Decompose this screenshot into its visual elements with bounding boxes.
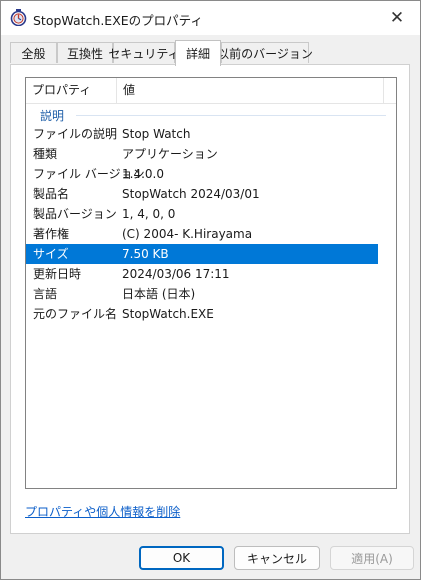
list-item[interactable]: 製品バージョン 1, 4, 0, 0 — [26, 204, 378, 224]
list-item[interactable]: 製品名 StopWatch 2024/03/01 — [26, 184, 378, 204]
list-item[interactable]: ファイル バージョン 1.4.0.0 — [26, 164, 378, 184]
property-name: ファイルの説明 — [33, 127, 118, 141]
properties-dialog: StopWatch.EXEのプロパティ ✕ 全般 互換性 セキュリティ 詳細 以… — [0, 0, 421, 580]
tab-strip: 全般 互換性 セキュリティ 詳細 以前のバージョン — [10, 40, 410, 66]
tab-details[interactable]: 詳細 — [175, 40, 221, 66]
list-header: プロパティ 値 — [26, 78, 396, 104]
tab-label: 詳細 — [185, 47, 210, 61]
tab-general[interactable]: 全般 — [10, 42, 57, 63]
tab-label: セキュリティ — [108, 46, 180, 61]
list-item[interactable]: 元のファイル名 StopWatch.EXE — [26, 304, 378, 324]
property-value: (C) 2004- K.Hirayama — [122, 227, 253, 241]
group-label: 説明 — [40, 109, 65, 123]
details-panel: プロパティ 値 説明 ファイルの説明 Stop Watch 種類 アプリケーショ… — [10, 64, 410, 534]
property-value: Stop Watch — [122, 127, 191, 141]
property-value: 2024/03/06 17:11 — [122, 267, 230, 281]
tab-label: 互換性 — [66, 46, 103, 61]
window-title: StopWatch.EXEのプロパティ — [33, 13, 203, 28]
apply-button[interactable]: 適用(A) — [330, 546, 414, 570]
list-item-selected[interactable]: サイズ 7.50 KB — [26, 244, 378, 264]
close-icon: ✕ — [389, 8, 405, 28]
property-name: サイズ — [33, 247, 69, 261]
property-value: 日本語 (日本) — [122, 287, 196, 301]
property-value: StopWatch 2024/03/01 — [122, 187, 260, 201]
property-value: 1, 4, 0, 0 — [122, 207, 176, 221]
title-bar[interactable]: StopWatch.EXEのプロパティ ✕ — [1, 1, 420, 35]
property-value: 7.50 KB — [122, 247, 169, 261]
remove-properties-link[interactable]: プロパティや個人情報を削除 — [25, 503, 180, 520]
property-name: 更新日時 — [33, 267, 82, 281]
group-header-description: 説明 — [26, 104, 396, 124]
cancel-button[interactable]: キャンセル — [234, 546, 320, 570]
tab-label: 全般 — [21, 46, 46, 61]
list-item[interactable]: 更新日時 2024/03/06 17:11 — [26, 264, 378, 284]
property-name: 種類 — [33, 147, 58, 161]
property-name: 製品バージョン — [33, 207, 117, 221]
property-value: StopWatch.EXE — [122, 307, 214, 321]
list-item[interactable]: 種類 アプリケーション — [26, 144, 378, 164]
property-value: 1.4.0.0 — [122, 167, 164, 181]
property-name: 元のファイル名 — [33, 307, 118, 321]
ok-button[interactable]: OK — [139, 546, 224, 570]
tab-previous-versions[interactable]: 以前のバージョン — [217, 42, 313, 63]
details-listview[interactable]: プロパティ 値 説明 ファイルの説明 Stop Watch 種類 アプリケーショ… — [25, 77, 397, 489]
property-value: アプリケーション — [122, 147, 218, 161]
stopwatch-app-icon — [10, 9, 27, 26]
list-item[interactable]: 言語 日本語 (日本) — [26, 284, 378, 304]
column-header-property[interactable]: プロパティ — [26, 78, 117, 103]
tab-security[interactable]: セキュリティ — [108, 42, 180, 63]
property-name: 著作権 — [33, 227, 70, 241]
property-name: 製品名 — [33, 187, 70, 201]
tab-compatibility[interactable]: 互換性 — [57, 42, 113, 63]
close-button[interactable]: ✕ — [374, 1, 420, 35]
property-name: 言語 — [33, 287, 58, 301]
group-divider — [76, 115, 386, 116]
column-header-value[interactable]: 値 — [117, 78, 384, 103]
list-item[interactable]: ファイルの説明 Stop Watch — [26, 124, 378, 144]
tab-label: 以前のバージョン — [217, 46, 313, 61]
list-item[interactable]: 著作権 (C) 2004- K.Hirayama — [26, 224, 378, 244]
